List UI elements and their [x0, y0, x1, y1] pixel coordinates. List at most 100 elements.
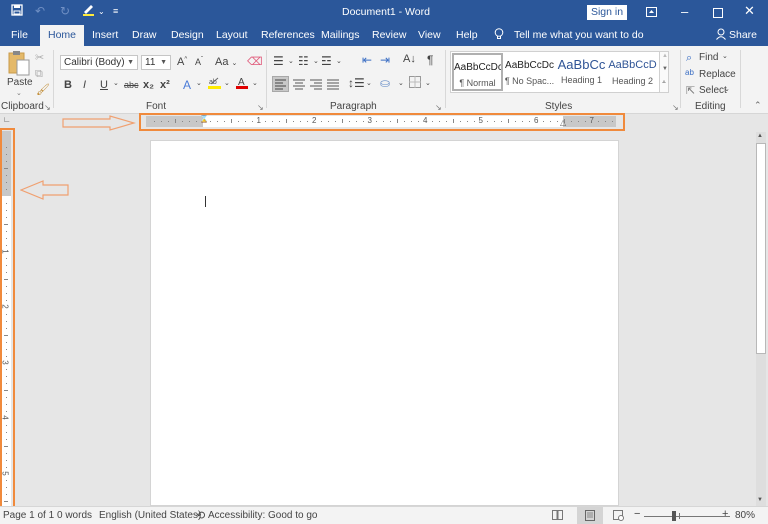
font-launcher-icon[interactable]: ↘	[257, 103, 264, 112]
close-icon[interactable]: ✕	[744, 3, 755, 19]
subscript-button[interactable]: x₂	[143, 79, 154, 91]
line-spacing-icon[interactable]: ↕☰	[348, 76, 365, 90]
word-count[interactable]: 0 words	[57, 510, 92, 521]
format-painter-icon[interactable]: 🖌	[36, 83, 50, 96]
accessibility-status[interactable]: Accessibility: Good to go	[208, 510, 318, 521]
tab-references[interactable]: References	[261, 29, 315, 41]
highlight-color-icon[interactable]: ab	[208, 76, 221, 93]
font-name-dropdown[interactable]: Calibri (Body) ▼	[60, 55, 138, 70]
tab-file[interactable]: File	[11, 29, 28, 41]
chevron-down-icon[interactable]: ⌄	[98, 7, 105, 16]
clear-formatting-icon[interactable]: ⌫	[247, 55, 263, 68]
underline-button[interactable]: U	[100, 79, 108, 91]
chevron-down-icon[interactable]: ⌄	[425, 79, 431, 87]
grow-font-button[interactable]: A^	[177, 56, 187, 68]
show-formatting-marks-icon[interactable]: ¶	[427, 53, 433, 67]
tab-view[interactable]: View	[418, 29, 441, 41]
align-center-button[interactable]	[292, 77, 306, 94]
chevron-down-icon[interactable]: ⌄	[288, 57, 294, 65]
tab-insert[interactable]: Insert	[92, 29, 118, 41]
bullets-icon[interactable]: ☰	[273, 54, 284, 68]
undo-icon[interactable]: ↶	[35, 4, 45, 18]
tab-home[interactable]: Home	[40, 25, 85, 46]
tab-selector-icon[interactable]: ∟	[3, 115, 11, 124]
scroll-up-icon[interactable]: ▲	[662, 53, 668, 59]
superscript-button[interactable]: x²	[160, 79, 170, 91]
cut-icon[interactable]: ✂	[35, 51, 44, 64]
style-no-spacing[interactable]: AaBbCcDc ¶ No Spac...	[504, 53, 555, 91]
copy-icon[interactable]: ⧉	[35, 68, 43, 81]
underline-dropdown-icon[interactable]: ⌄	[113, 79, 119, 87]
more-styles-icon[interactable]: ⩡	[662, 79, 666, 87]
align-left-button[interactable]	[272, 76, 289, 92]
scroll-down-icon[interactable]: ▼	[662, 66, 668, 72]
zoom-level[interactable]: 80%	[735, 510, 755, 521]
style-normal[interactable]: AaBbCcDc ¶ Normal	[452, 53, 503, 91]
strikethrough-button[interactable]: abc	[124, 80, 139, 90]
sign-in-button[interactable]: Sign in	[587, 5, 627, 20]
chevron-down-icon[interactable]: ⌄	[224, 79, 230, 87]
justify-button[interactable]	[326, 77, 340, 94]
chevron-down-icon[interactable]: ⌄	[252, 79, 258, 87]
zoom-slider-thumb[interactable]	[672, 511, 676, 521]
minimize-icon[interactable]: –	[681, 4, 688, 19]
italic-button[interactable]: I	[83, 79, 86, 91]
paste-dropdown-icon[interactable]: ⌄	[16, 89, 22, 97]
tab-design[interactable]: Design	[171, 29, 204, 41]
collapse-ribbon-icon[interactable]: ⌃	[754, 100, 762, 111]
text-effects-icon[interactable]: A	[183, 78, 191, 92]
align-right-button[interactable]	[309, 77, 323, 94]
tab-help[interactable]: Help	[456, 29, 478, 41]
shading-icon[interactable]: ⛀	[380, 76, 390, 90]
font-color-icon[interactable]: A	[236, 76, 248, 93]
zoom-slider-track[interactable]	[644, 516, 730, 517]
share-person-icon[interactable]	[716, 28, 726, 43]
select-button[interactable]: Select	[699, 85, 727, 96]
decrease-indent-icon[interactable]: ⇤	[362, 53, 372, 67]
print-layout-button[interactable]	[577, 507, 603, 524]
find-button[interactable]: Find	[699, 52, 718, 63]
borders-icon[interactable]	[409, 76, 421, 91]
shrink-font-button[interactable]: Aˇ	[195, 57, 203, 67]
document-page[interactable]	[150, 140, 619, 506]
ribbon-display-options-icon[interactable]	[646, 5, 657, 20]
redo-icon[interactable]: ↻	[60, 4, 70, 18]
chevron-down-icon[interactable]: ⌄	[196, 79, 202, 87]
read-mode-icon[interactable]	[552, 510, 563, 523]
tab-layout[interactable]: Layout	[216, 29, 248, 41]
styles-scroll[interactable]: ▲ ▼ ⩡	[659, 51, 669, 93]
tell-me-search[interactable]: Tell me what you want to do	[514, 29, 644, 41]
page-count[interactable]: Page 1 of 1	[3, 510, 54, 521]
style-heading-2[interactable]: AaBbCcD Heading 2	[607, 53, 658, 91]
web-layout-icon[interactable]	[613, 510, 624, 524]
language[interactable]: English (United States)	[99, 510, 201, 521]
share-button[interactable]: Share	[729, 29, 757, 41]
zoom-in-button[interactable]: +	[722, 508, 728, 520]
tab-review[interactable]: Review	[372, 29, 406, 41]
maximize-icon[interactable]	[713, 6, 723, 21]
style-heading-1[interactable]: AaBbCc Heading 1	[556, 53, 607, 91]
replace-button[interactable]: Replace	[699, 69, 736, 80]
chevron-down-icon[interactable]: ⌄	[722, 52, 728, 60]
increase-indent-icon[interactable]: ⇥	[380, 53, 390, 67]
paste-icon[interactable]	[8, 50, 30, 79]
chevron-down-icon[interactable]: ⌄	[313, 57, 319, 65]
sort-icon[interactable]: A↓	[403, 53, 416, 65]
chevron-down-icon[interactable]: ⌄	[336, 57, 342, 65]
chevron-down-icon[interactable]: ⌄	[398, 79, 404, 87]
paragraph-launcher-icon[interactable]: ↘	[435, 103, 442, 112]
font-size-dropdown[interactable]: 11 ▼	[141, 55, 171, 70]
paste-button[interactable]: Paste	[7, 77, 33, 88]
tab-mailings[interactable]: Mailings	[321, 29, 360, 41]
customize-quick-access-icon[interactable]: ≡	[113, 6, 118, 16]
bold-button[interactable]: B	[64, 79, 72, 91]
chevron-down-icon[interactable]: ⌄	[724, 85, 730, 93]
save-icon[interactable]	[11, 4, 23, 19]
zoom-out-button[interactable]: −	[634, 508, 640, 520]
scrollbar-thumb[interactable]	[756, 143, 766, 354]
multilevel-list-icon[interactable]: ☲	[321, 54, 332, 68]
scroll-down-icon[interactable]: ▼	[757, 497, 763, 503]
change-case-button[interactable]: Aa ⌄	[215, 56, 237, 68]
numbering-icon[interactable]: ☷	[298, 54, 309, 68]
clipboard-launcher-icon[interactable]: ↘	[44, 103, 51, 112]
